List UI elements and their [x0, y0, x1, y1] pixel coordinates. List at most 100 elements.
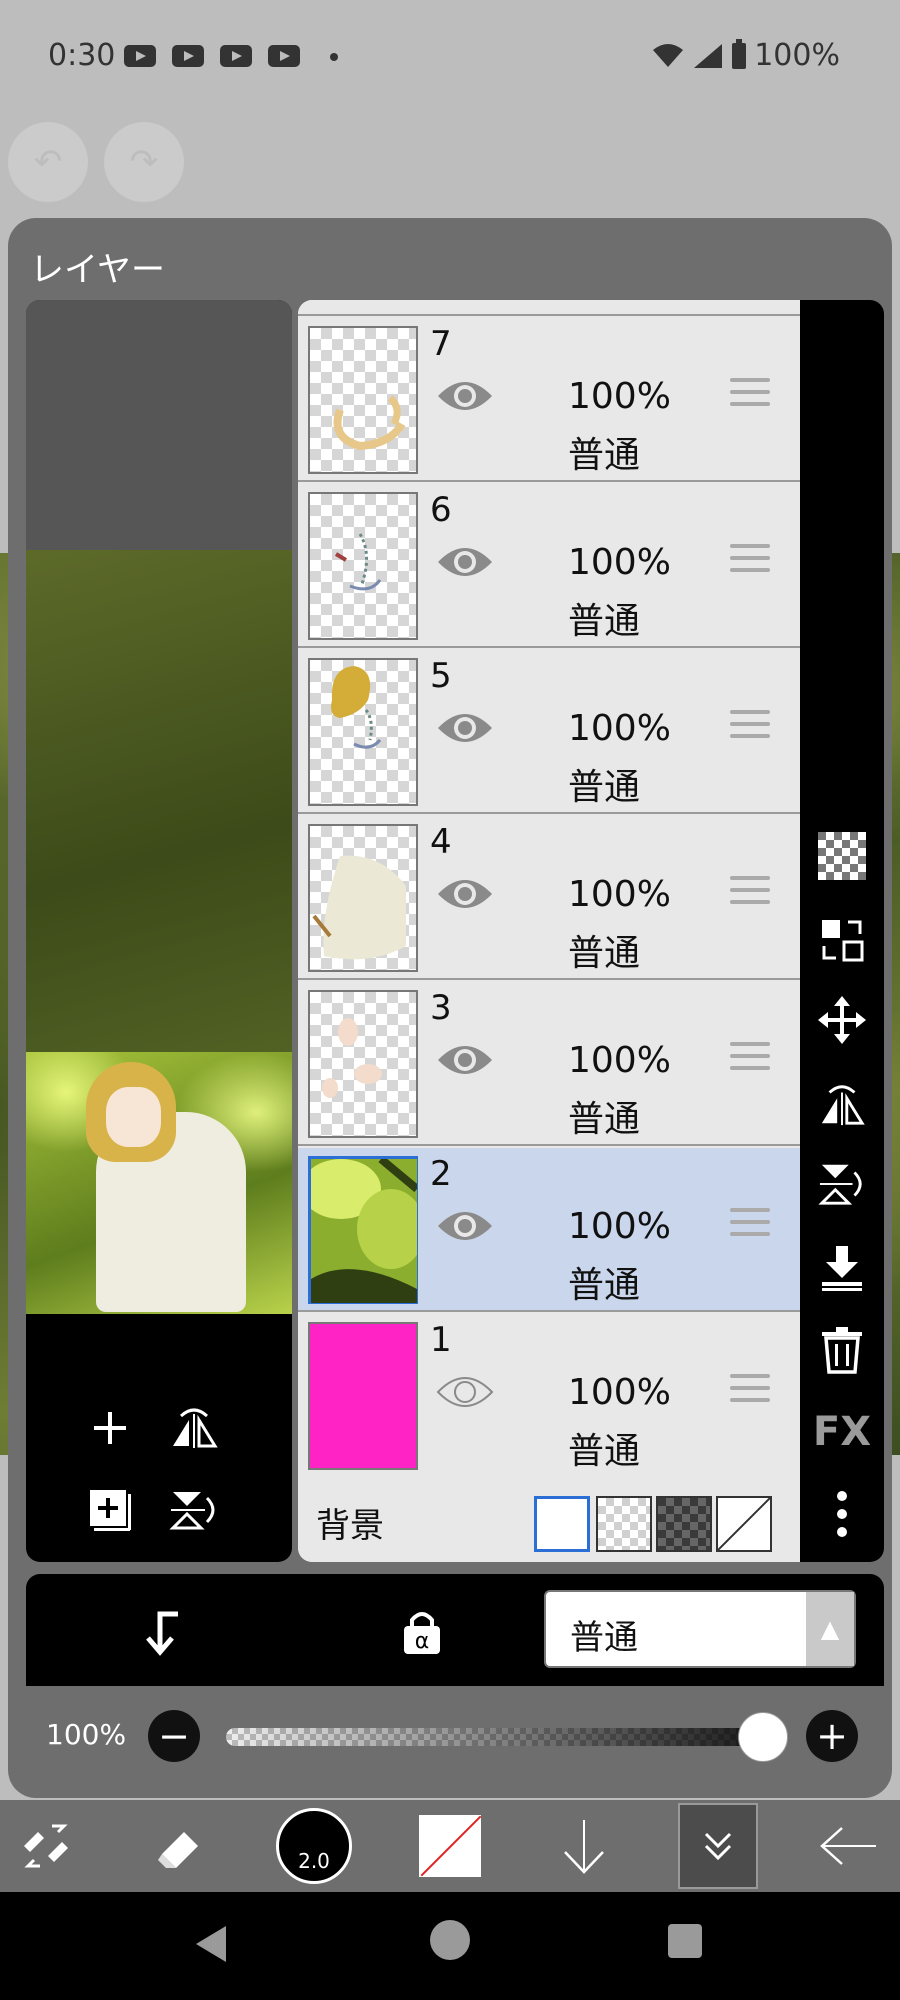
nav-home-icon[interactable]: [430, 1920, 470, 1960]
more-button[interactable]: [814, 1486, 870, 1542]
swap-layers-icon: [822, 920, 864, 962]
drag-handle-icon[interactable]: [730, 1374, 770, 1410]
color-button[interactable]: [412, 1808, 488, 1884]
flip-layer-horizontal-button[interactable]: [814, 1076, 870, 1132]
eye-icon[interactable]: [436, 1040, 494, 1080]
background-white-swatch[interactable]: [534, 1496, 590, 1552]
layer-number: 3: [430, 988, 452, 1028]
partial-layer-row: [298, 300, 800, 316]
layer-thumbnail[interactable]: [301, 1155, 425, 1304]
fx-button[interactable]: FX: [813, 1404, 871, 1460]
layers-panel-button[interactable]: [678, 1803, 758, 1889]
layer-thumbnail[interactable]: [308, 492, 418, 640]
eye-icon[interactable]: [436, 874, 494, 914]
drag-handle-icon[interactable]: [730, 710, 770, 746]
layer-list[interactable]: 7 100% 普通 6 100% 普通 5 100% 普通 4 100% 普通 3 100% 普通 2 100%…: [298, 300, 800, 1562]
color-swatch: [419, 1815, 481, 1877]
transparency-button[interactable]: [814, 828, 870, 884]
layer-thumbnail[interactable]: [308, 326, 418, 474]
blend-mode-select[interactable]: 普通 ▲: [544, 1590, 856, 1668]
clipping-icon: [146, 1611, 178, 1656]
tool-switch-icon: [24, 1824, 68, 1868]
eraser-icon: [158, 1832, 198, 1868]
layer-row-5[interactable]: 5 100% 普通: [298, 650, 800, 814]
youtube-icon: [220, 45, 252, 67]
layer-thumbnail[interactable]: [308, 658, 418, 806]
layer-row-3[interactable]: 3 100% 普通: [298, 982, 800, 1146]
svg-text:α: α: [415, 1629, 430, 1654]
opacity-slider[interactable]: [226, 1728, 771, 1746]
eye-icon[interactable]: [436, 542, 494, 582]
eye-icon[interactable]: [436, 376, 494, 416]
back-button[interactable]: [810, 1808, 886, 1884]
drag-handle-icon[interactable]: [730, 378, 770, 414]
figure-face: [106, 1087, 161, 1147]
background-none-swatch[interactable]: [716, 1496, 772, 1552]
clipping-button[interactable]: [134, 1604, 190, 1660]
layer-number: 1: [430, 1320, 452, 1360]
merge-down-button[interactable]: [814, 1240, 870, 1296]
swap-layers-button[interactable]: [814, 912, 870, 968]
preview-canvas-area: [26, 550, 292, 1052]
layer-tool-column: FX: [800, 300, 884, 1562]
youtube-icon: [124, 45, 156, 67]
layer-thumbnail[interactable]: [308, 1322, 418, 1470]
layer-row-1[interactable]: 1 100% 普通: [298, 1314, 800, 1478]
drag-handle-icon[interactable]: [730, 544, 770, 580]
eye-outline-icon[interactable]: [436, 1372, 494, 1412]
layer-thumbnail[interactable]: [308, 824, 418, 972]
arrow-left-icon: [820, 1827, 876, 1865]
eye-icon[interactable]: [436, 1206, 494, 1246]
background-transparent-swatch[interactable]: [596, 1496, 652, 1552]
opacity-increase-button[interactable]: +: [806, 1710, 858, 1762]
drag-handle-icon[interactable]: [730, 1208, 770, 1244]
layer-thumbnail[interactable]: [308, 990, 418, 1138]
eraser-button[interactable]: [142, 1808, 218, 1884]
layer-blend-mode: 普通: [568, 1099, 641, 1140]
triangle-up-icon: ▲: [806, 1592, 854, 1666]
layer-blend-mode: 普通: [568, 767, 641, 808]
alpha-lock-icon: α: [404, 1612, 440, 1654]
blend-mode-value: 普通: [570, 1618, 638, 1658]
background-dark-checker-swatch[interactable]: [656, 1496, 712, 1552]
add-layer-copy-button[interactable]: [80, 1480, 140, 1540]
layer-blend-mode: 普通: [568, 601, 641, 642]
move-layer-button[interactable]: [814, 992, 870, 1048]
layer-blend-mode: 普通: [568, 1431, 641, 1472]
opacity-decrease-button[interactable]: −: [148, 1710, 200, 1762]
layer-row-2[interactable]: 2 100% 普通: [298, 1148, 800, 1312]
arrow-down-icon: [564, 1820, 604, 1874]
flip-canvas-horizontal-button[interactable]: [164, 1398, 224, 1458]
status-right: 100%: [652, 38, 840, 73]
youtube-icon: [268, 45, 300, 67]
layer-row-4[interactable]: 4 100% 普通: [298, 816, 800, 980]
tool-select-button[interactable]: [10, 1808, 86, 1884]
drag-handle-icon[interactable]: [730, 1042, 770, 1078]
preview-top-area: [26, 300, 292, 550]
eye-icon[interactable]: [436, 708, 494, 748]
undo-button[interactable]: ↶: [8, 122, 88, 202]
transparency-icon: [818, 832, 866, 880]
layer-opacity: 100%: [568, 1372, 671, 1413]
flip-vertical-icon: [169, 1492, 215, 1530]
brush-size-button[interactable]: 2.0: [276, 1808, 352, 1884]
opacity-slider-handle[interactable]: [738, 1712, 788, 1762]
dialog-title: レイヤー: [30, 250, 165, 290]
nav-back-icon[interactable]: [196, 1926, 226, 1962]
alpha-lock-button[interactable]: α: [394, 1604, 450, 1660]
layer-opacity: 100%: [568, 1206, 671, 1247]
layer-number: 4: [430, 822, 452, 862]
flip-layer-vertical-button[interactable]: [814, 1156, 870, 1212]
flip-canvas-vertical-button[interactable]: [164, 1480, 224, 1540]
move-icon: [818, 996, 866, 1044]
canvas-preview-thumbnail: [26, 1052, 292, 1314]
layer-number: 5: [430, 656, 452, 696]
layer-row-6[interactable]: 6 100% 普通: [298, 484, 800, 648]
delete-layer-button[interactable]: [814, 1322, 870, 1378]
layer-down-button[interactable]: [546, 1808, 622, 1884]
layer-row-7[interactable]: 7 100% 普通: [298, 318, 800, 482]
drag-handle-icon[interactable]: [730, 876, 770, 912]
redo-button[interactable]: ↷: [104, 122, 184, 202]
add-layer-button[interactable]: [80, 1398, 140, 1458]
nav-recent-apps-icon[interactable]: [668, 1924, 702, 1958]
